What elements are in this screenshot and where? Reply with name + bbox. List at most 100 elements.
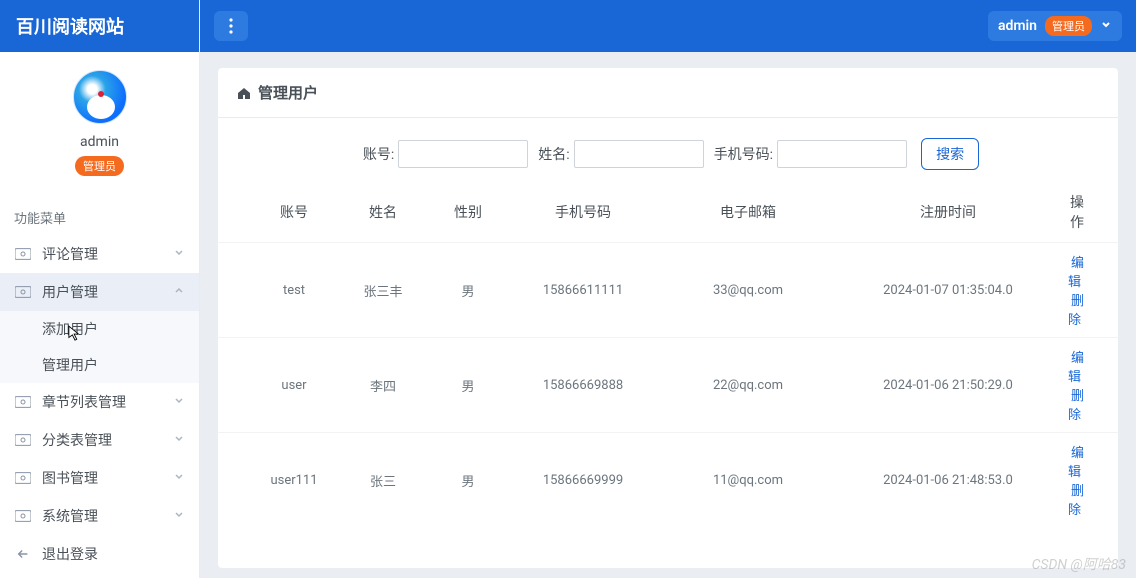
sidebar-item-label: 分类表管理 (42, 430, 112, 450)
col-time: 注册时间 (838, 182, 1058, 243)
sidebar-item-comment[interactable]: 评论管理 (0, 235, 199, 273)
cell-actions: 编辑删除 (1058, 338, 1118, 433)
phone-input[interactable] (777, 140, 907, 168)
cell-actions: 编辑删除 (1058, 243, 1118, 338)
table-row: user李四男1586666988822@qq.com2024-01-06 21… (218, 338, 1118, 433)
name-label: 姓名: (538, 144, 569, 164)
cell-account: test (218, 243, 338, 338)
sidebar-item-user[interactable]: 用户管理 (0, 273, 199, 311)
sidebar-item-label: 系统管理 (42, 506, 98, 526)
phone-label: 手机号码: (714, 144, 773, 164)
main: admin 管理员 管理用户 账号: 姓名: 手机号码: 搜索 (200, 0, 1136, 578)
submenu-add-user[interactable]: 添加用户 (0, 311, 199, 347)
cell-gender: 男 (428, 243, 508, 338)
sidebar-item-label: 评论管理 (42, 244, 98, 264)
chevron-down-icon (173, 508, 185, 524)
col-account: 账号 (218, 182, 338, 243)
edit-link[interactable]: 编辑 (1068, 351, 1084, 385)
search-bar: 账号: 姓名: 手机号码: 搜索 (218, 118, 1118, 182)
sidebar-item-system[interactable]: 系统管理 (0, 497, 199, 535)
chevron-down-icon (1100, 18, 1112, 34)
dots-vertical-icon (229, 18, 233, 34)
submenu-item-label: 添加用户 (42, 322, 98, 338)
chevron-up-icon (173, 284, 185, 300)
arrow-left-icon (14, 547, 32, 561)
table-row: test张三丰男1586661111133@qq.com2024-01-07 0… (218, 243, 1118, 338)
cell-account: user (218, 338, 338, 433)
cell-gender: 男 (428, 338, 508, 433)
cell-gender: 男 (428, 433, 508, 528)
account-label: 账号: (363, 144, 394, 164)
menu-list: 评论管理 用户管理 添加用户 管理用户 章节列表管理 (0, 235, 199, 573)
cell-email: 22@qq.com (658, 338, 838, 433)
cell-actions: 编辑删除 (1058, 433, 1118, 528)
topbar-role-badge: 管理员 (1045, 16, 1092, 36)
edit-link[interactable]: 编辑 (1068, 446, 1084, 480)
col-email: 电子邮箱 (658, 182, 838, 243)
sidebar-item-logout[interactable]: 退出登录 (0, 535, 199, 573)
menu-toggle-button[interactable] (214, 11, 248, 41)
sidebar-item-label: 章节列表管理 (42, 392, 126, 412)
panel-header: 管理用户 (218, 68, 1118, 118)
page-title: 管理用户 (258, 82, 318, 103)
cell-name: 张三丰 (338, 243, 428, 338)
col-actions: 操作 (1058, 182, 1118, 243)
table-row: user111张三男1586666999911@qq.com2024-01-06… (218, 433, 1118, 528)
submenu-item-label: 管理用户 (42, 358, 98, 374)
search-button[interactable]: 搜索 (921, 138, 979, 170)
menu-title: 功能菜单 (0, 190, 199, 235)
money-icon (14, 247, 32, 261)
panel: 管理用户 账号: 姓名: 手机号码: 搜索 账号 姓名 (218, 68, 1118, 568)
cell-phone: 15866669999 (508, 433, 658, 528)
submenu-manage-user[interactable]: 管理用户 (0, 347, 199, 383)
role-badge: 管理员 (75, 156, 124, 176)
sidebar-item-book[interactable]: 图书管理 (0, 459, 199, 497)
delete-link[interactable]: 删除 (1068, 294, 1084, 328)
chevron-down-icon (173, 470, 185, 486)
content: 管理用户 账号: 姓名: 手机号码: 搜索 账号 姓名 (200, 52, 1136, 578)
sidebar-item-label: 用户管理 (42, 282, 98, 302)
sidebar-item-chapter[interactable]: 章节列表管理 (0, 383, 199, 421)
cell-email: 33@qq.com (658, 243, 838, 338)
topbar: admin 管理员 (200, 0, 1136, 52)
account-input[interactable] (398, 140, 528, 168)
sidebar-item-category[interactable]: 分类表管理 (0, 421, 199, 459)
chevron-down-icon (173, 394, 185, 410)
money-icon (14, 395, 32, 409)
sidebar-item-label: 图书管理 (42, 468, 98, 488)
table-header-row: 账号 姓名 性别 手机号码 电子邮箱 注册时间 操作 (218, 182, 1118, 243)
cell-time: 2024-01-07 01:35:04.0 (838, 243, 1058, 338)
money-icon (14, 433, 32, 447)
cell-name: 张三 (338, 433, 428, 528)
home-icon (236, 85, 252, 101)
col-phone: 手机号码 (508, 182, 658, 243)
user-dropdown[interactable]: admin 管理员 (988, 11, 1122, 41)
chevron-down-icon (173, 432, 185, 448)
cell-email: 11@qq.com (658, 433, 838, 528)
money-icon (14, 509, 32, 523)
sidebar-item-label: 退出登录 (42, 544, 98, 564)
money-icon (14, 285, 32, 299)
sidebar: 百川阅读网站 admin 管理员 功能菜单 评论管理 用户管理 添加用户 (0, 0, 200, 578)
submenu-user: 添加用户 管理用户 (0, 311, 199, 383)
money-icon (14, 471, 32, 485)
cell-account: user111 (218, 433, 338, 528)
cell-time: 2024-01-06 21:48:53.0 (838, 433, 1058, 528)
name-input[interactable] (574, 140, 704, 168)
col-name: 姓名 (338, 182, 428, 243)
profile-name: admin (80, 134, 119, 150)
chevron-down-icon (173, 246, 185, 262)
profile-block: admin 管理员 (0, 52, 199, 190)
col-gender: 性别 (428, 182, 508, 243)
cell-phone: 15866611111 (508, 243, 658, 338)
delete-link[interactable]: 删除 (1068, 389, 1084, 423)
delete-link[interactable]: 删除 (1068, 484, 1084, 518)
edit-link[interactable]: 编辑 (1068, 256, 1084, 290)
cell-time: 2024-01-06 21:50:29.0 (838, 338, 1058, 433)
topbar-user-name: admin (998, 18, 1037, 34)
user-table: 账号 姓名 性别 手机号码 电子邮箱 注册时间 操作 test张三丰男15866… (218, 182, 1118, 527)
avatar[interactable] (73, 70, 127, 124)
cell-name: 李四 (338, 338, 428, 433)
cell-phone: 15866669888 (508, 338, 658, 433)
brand-title: 百川阅读网站 (0, 0, 199, 52)
